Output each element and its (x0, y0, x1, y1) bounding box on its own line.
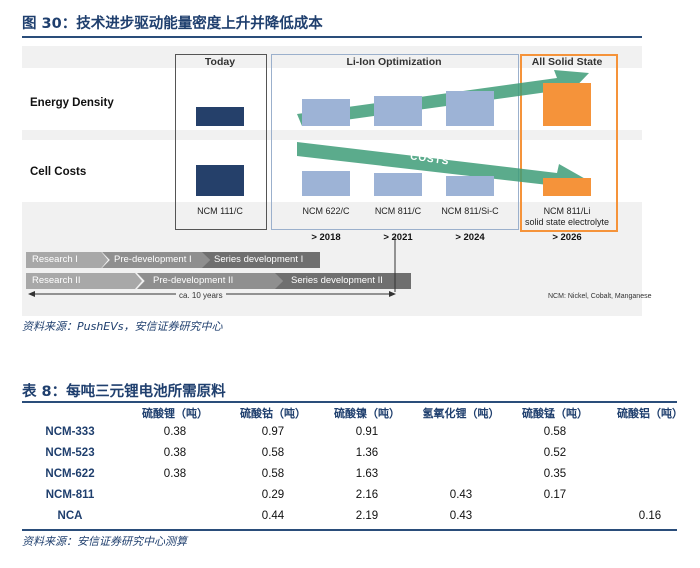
table-cell: 0.29 (261, 489, 285, 501)
table-cell: 2.19 (355, 510, 379, 522)
table-column-header: 硫酸镍（吨） (334, 407, 400, 420)
table-row-header: NCM-523 (45, 447, 95, 459)
table-row-header: NCM-811 (45, 489, 95, 501)
table-cell: 0.43 (449, 510, 473, 522)
ncm-legend-note: NCM: Nickel, Cobalt, Manganese (548, 293, 652, 300)
table-cell: 0.43 (449, 489, 473, 501)
table-cell: 0.58 (261, 447, 285, 459)
table-bottom-rule (22, 529, 677, 531)
table-cell: 0.52 (543, 447, 567, 459)
table-cell: 0.58 (261, 468, 285, 480)
table-row-header: NCM-622 (45, 468, 95, 480)
table-cell: 1.63 (355, 468, 379, 480)
table-cell: 0.35 (543, 468, 567, 480)
table-column-header: 硫酸铝（吨） (617, 407, 683, 420)
table-cell: 0.91 (355, 426, 379, 438)
table-column-header: 氢氧化锂（吨） (422, 407, 500, 420)
table-cell: 0.38 (163, 447, 187, 459)
table-top-rule (22, 401, 677, 403)
table-cell: 0.44 (261, 510, 285, 522)
timeline-arrow (28, 236, 396, 297)
table-row-header: NCM-333 (45, 426, 95, 438)
table-cell: 1.36 (355, 447, 379, 459)
table-cell: 0.17 (543, 489, 567, 501)
table-cell: 2.16 (355, 489, 379, 501)
table-cell: 0.38 (163, 426, 187, 438)
timeline-label: ca. 10 years (176, 291, 226, 300)
figure-source: 资料来源：PushEVs，安信证券研究中心 (22, 320, 223, 333)
table-cell: 0.97 (261, 426, 285, 438)
table-title: 表 8：每吨三元锂电池所需原料 (22, 384, 226, 400)
battery-roadmap-figure: Energy Density Cell Costs Today Li-Ion O… (22, 46, 652, 316)
figure-title: 图 30：技术进步驱动能量密度上升并降低成本 (22, 16, 323, 32)
table-column-header: 硫酸锰（吨） (522, 407, 588, 420)
figure-title-rule (22, 36, 642, 38)
table-row-header: NCA (57, 510, 83, 522)
table-column-header: 硫酸锂（吨） (142, 407, 208, 420)
table-cell: 0.16 (638, 510, 662, 522)
table-cell: 0.58 (543, 426, 567, 438)
table-column-header: 硫酸钴（吨） (240, 407, 306, 420)
table-cell: 0.38 (163, 468, 187, 480)
table-source: 资料来源：安信证券研究中心测算 (22, 535, 187, 548)
